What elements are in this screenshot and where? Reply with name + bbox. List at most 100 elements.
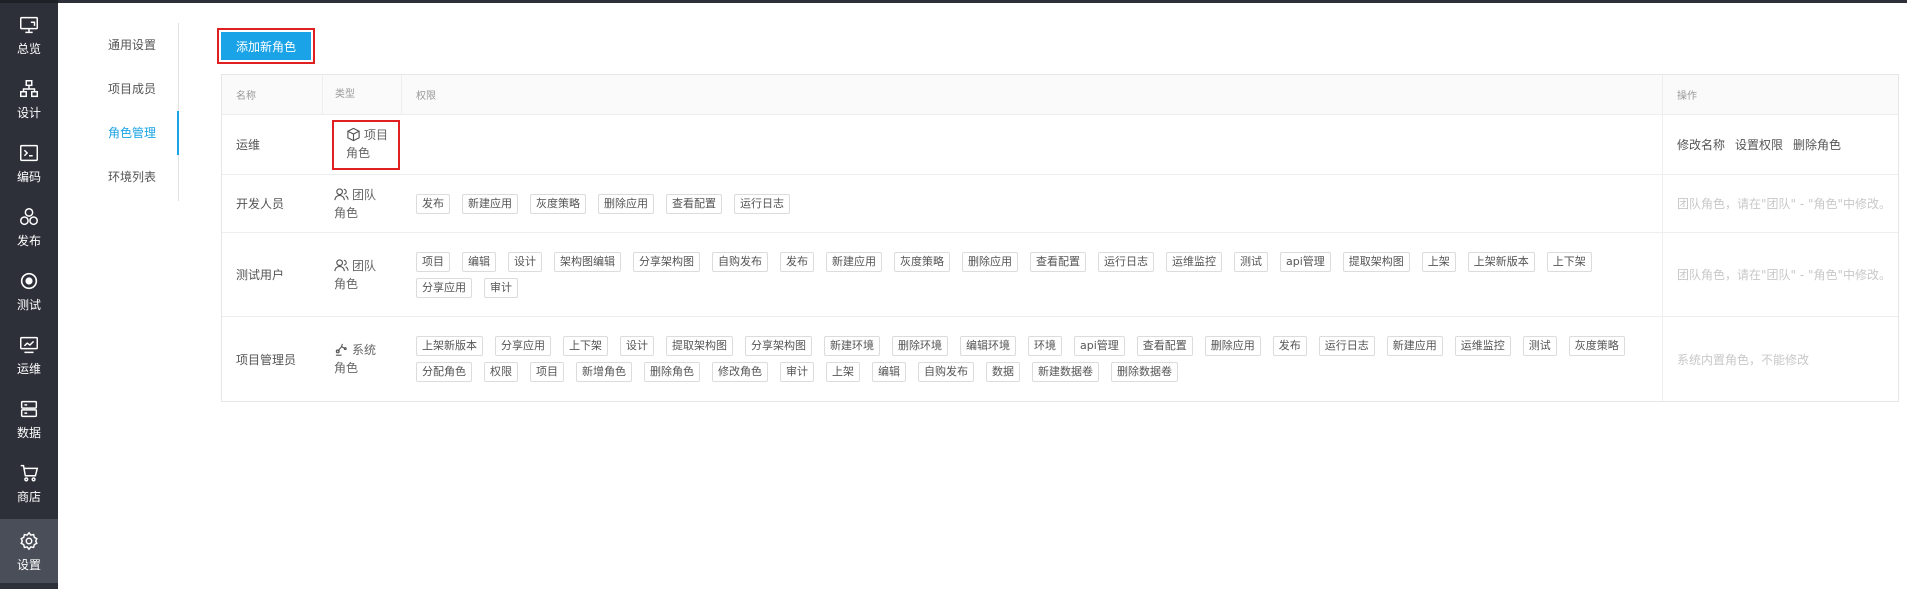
permission-tag: api管理	[1074, 336, 1125, 356]
robot-arm-icon	[334, 342, 349, 357]
role-type-label: 团队	[352, 187, 377, 202]
permission-tag: 发布	[1272, 336, 1307, 356]
permission-tag: 查看配置	[666, 193, 722, 214]
header-name: 名称	[236, 91, 256, 102]
role-permissions: 项目 编辑 设计 架构图编辑 分享架构图 自购发布 发布 新建应用 灰度策略 删除应用 查看配置 运行…	[402, 249, 1662, 301]
permission-tag: 分配角色	[416, 362, 472, 382]
permission-tag: 审计	[780, 362, 814, 382]
rail-item-2[interactable]: 编码	[0, 131, 58, 195]
subnav-item-3[interactable]: 环境列表	[98, 155, 178, 199]
rail-item-6[interactable]: 数据	[0, 387, 58, 451]
role-type-label-2: 角色	[334, 361, 359, 375]
role-type: 团队 角色	[322, 257, 402, 293]
role-permissions: 上架新版本 分享应用 上下架 设计 提取架构图 分享架构图 新建环境 删除环境 编辑环境 环境 ap…	[402, 333, 1662, 385]
role-type-label-2: 角色	[346, 145, 371, 160]
permission-tag: 灰度策略	[894, 251, 950, 272]
rail-item-label: 数据	[16, 425, 41, 440]
role-name: 开发人员	[236, 197, 285, 211]
rail-item-4[interactable]: 测试	[0, 259, 58, 323]
permission-tag: 新建应用	[462, 193, 518, 214]
rail-item-5[interactable]: 运维	[0, 323, 58, 387]
side-rail: 总览设计编码发布测试运维数据商店设置	[0, 0, 58, 589]
permission-tag: 新建应用	[826, 251, 882, 272]
permission-tag: 架构图编辑	[554, 251, 621, 272]
add-role-button[interactable]: 添加新角色	[221, 32, 311, 60]
ops-note: 团队角色，请在"团队" - "角色"中修改。	[1677, 197, 1892, 211]
role-name: 运维	[236, 138, 261, 152]
permission-tag: 发布	[416, 193, 450, 214]
permission-tag: 删除应用	[962, 251, 1018, 272]
permission-tag: 运维监控	[1166, 251, 1222, 272]
monitor-icon	[18, 14, 40, 40]
rail-item-label: 设置	[16, 557, 41, 572]
permission-tag: 设计	[508, 251, 542, 272]
header-perm: 权限	[416, 91, 436, 102]
cart-icon	[18, 462, 40, 488]
table-row: 测试用户 团队 角色 项目 编辑 设计 架构图编辑 分享架构图 自购发布 发布 新建应用 灰度策略 删除…	[222, 233, 1898, 317]
rail-item-3[interactable]: 发布	[0, 195, 58, 259]
permission-tag: 上架	[1421, 251, 1456, 272]
permission-tag: 删除应用	[598, 193, 654, 214]
rail-item-label: 测试	[16, 297, 41, 312]
permission-tag: 环境	[1028, 336, 1062, 356]
permission-tag: 项目	[530, 362, 564, 382]
permission-tag: 分享应用	[495, 336, 551, 356]
rail-item-1[interactable]: 设计	[0, 67, 58, 131]
permission-tag: 设计	[620, 336, 654, 356]
cube-icon	[346, 127, 361, 142]
rail-item-label: 商店	[16, 489, 41, 504]
hierarchy-icon	[18, 78, 40, 104]
permission-tag: 运维监控	[1454, 336, 1511, 356]
database-icon	[18, 398, 40, 424]
role-ops: 修改名称 设置权限 删除角色	[1662, 115, 1898, 174]
op-link[interactable]: 删除角色	[1793, 136, 1841, 153]
permission-tag: 新建环境	[824, 336, 880, 356]
table-row: 项目管理员 系统 角色 上架新版本 分享应用 上下架 设计 提取架构图 分享架构图 新建环境 删除环…	[222, 317, 1898, 401]
permission-tag: 新建数据卷	[1032, 362, 1099, 382]
permission-tag: api管理	[1280, 251, 1331, 272]
role-type-label: 团队	[352, 258, 377, 273]
subnav-item-2[interactable]: 角色管理	[98, 111, 179, 155]
permission-tag: 运行日志	[734, 193, 790, 214]
op-link[interactable]: 修改名称	[1677, 136, 1725, 153]
gear-icon	[18, 530, 40, 556]
rail-item-8[interactable]: 设置	[0, 519, 58, 583]
permission-tag: 提取架构图	[666, 336, 733, 356]
permission-tag: 分享架构图	[633, 251, 700, 272]
permission-tag: 上下架	[1546, 251, 1592, 272]
permission-tag: 删除数据卷	[1111, 362, 1178, 382]
rail-item-7[interactable]: 商店	[0, 451, 58, 515]
roles-table: 名称 类型 权限 操作 运维 项目 角色 修改名称 设置权限 删除角色 开发人员 团队 角色 发布…	[221, 74, 1899, 402]
permission-tag: 删除应用	[1204, 336, 1261, 356]
users-icon	[334, 187, 349, 202]
op-link[interactable]: 设置权限	[1735, 136, 1783, 153]
add-role-highlight: 添加新角色	[217, 28, 315, 64]
settings-subnav: 通用设置 项目成员 角色管理 环境列表	[98, 23, 179, 201]
circles-icon	[18, 206, 40, 232]
role-type: 系统 角色	[322, 341, 402, 377]
permission-tag: 上架新版本	[416, 336, 483, 356]
permission-tag: 删除角色	[644, 362, 700, 382]
subnav-item-1[interactable]: 项目成员	[98, 67, 178, 111]
terminal-icon	[18, 142, 40, 168]
permission-tag: 新建应用	[1386, 336, 1443, 356]
table-row: 开发人员 团队 角色 发布 新建应用 灰度策略 删除应用 查看配置 运行日志 团队角色，请在"团队…	[222, 175, 1898, 233]
role-ops: 团队角色，请在"团队" - "角色"中修改。	[1662, 175, 1898, 232]
permission-tag: 上架新版本	[1467, 251, 1535, 272]
permission-tag: 修改角色	[712, 362, 768, 382]
role-ops: 团队角色，请在"团队" - "角色"中修改。	[1662, 233, 1898, 316]
role-name: 测试用户	[236, 268, 285, 282]
permission-tag: 运行日志	[1318, 336, 1375, 356]
role-type: 项目 角色	[322, 119, 402, 170]
rail-item-label: 运维	[16, 361, 41, 376]
rail-item-0[interactable]: 总览	[0, 3, 58, 67]
permission-tag: 新增角色	[576, 362, 632, 382]
permission-tag: 分享应用	[416, 277, 472, 298]
permission-tag: 项目	[416, 251, 450, 272]
rail-item-label: 设计	[16, 105, 41, 120]
rail-item-label: 编码	[16, 169, 41, 184]
table-row: 运维 项目 角色 修改名称 设置权限 删除角色	[222, 115, 1898, 175]
permission-tag: 测试	[1522, 336, 1557, 356]
subnav-item-0[interactable]: 通用设置	[98, 23, 178, 67]
users-icon	[334, 258, 349, 273]
